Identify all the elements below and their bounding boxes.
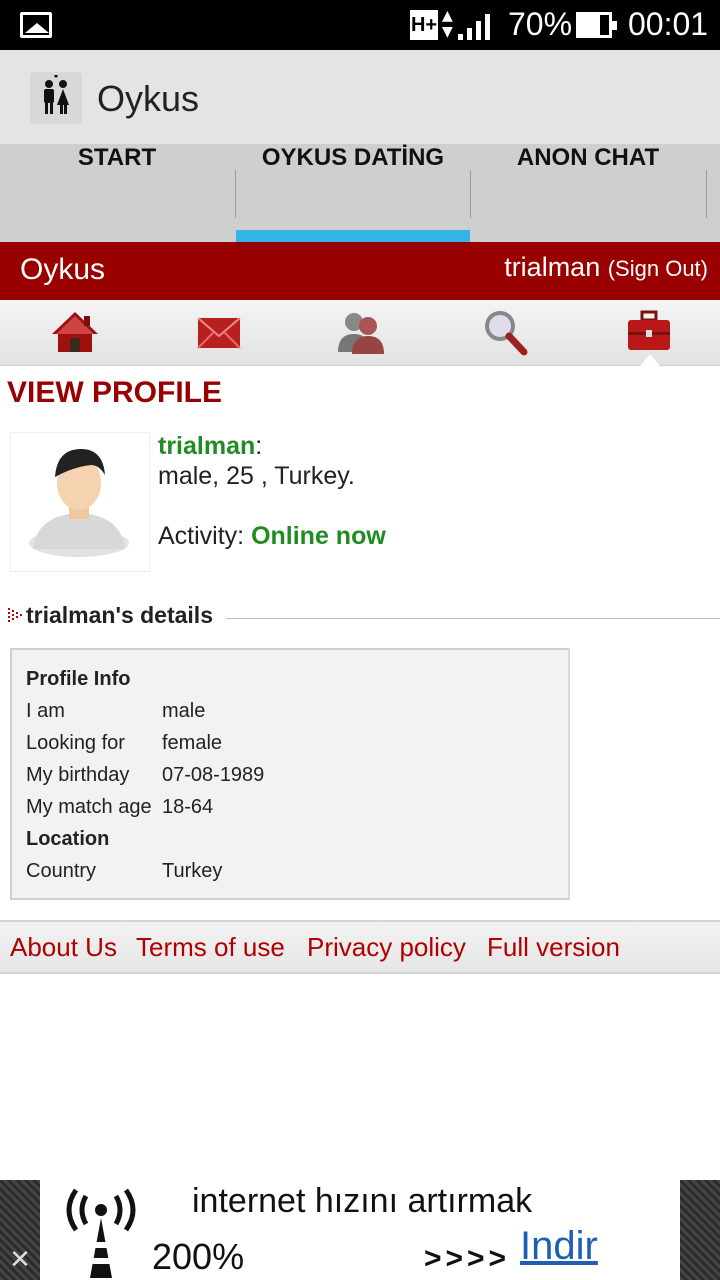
network-type: H+ xyxy=(410,10,438,40)
dotted-arrow-icon xyxy=(8,608,22,622)
mail-icon[interactable] xyxy=(192,306,246,358)
tab-anon-chat[interactable]: ANON CHAT xyxy=(471,144,705,242)
detail-value: Turkey xyxy=(162,860,223,882)
section-location: Location xyxy=(26,828,110,850)
app-title: Oykus xyxy=(97,78,200,119)
detail-value: female xyxy=(162,732,223,754)
clock: 00:01 xyxy=(628,6,709,42)
activity-status: Online now xyxy=(251,522,386,550)
battery-percent: 70% xyxy=(508,6,573,42)
profile-summary: male, 25 , Turkey. xyxy=(158,462,355,490)
privacy-policy-link[interactable]: Privacy policy xyxy=(307,932,466,963)
about-us-link[interactable]: About Us xyxy=(10,932,117,963)
search-icon[interactable] xyxy=(478,306,532,358)
site-title[interactable]: Oykus xyxy=(20,253,105,287)
ad-percent: 200% xyxy=(152,1236,245,1277)
section-profile-info: Profile Info xyxy=(26,668,131,690)
ad-download-link[interactable]: Indir xyxy=(520,1224,598,1269)
detail-label: Looking for xyxy=(26,732,125,754)
profile-name: trialman xyxy=(158,432,256,460)
active-nav-pointer xyxy=(640,354,660,366)
profile-name-colon: : xyxy=(255,432,263,460)
gallery-icon xyxy=(20,12,52,38)
briefcase-icon[interactable] xyxy=(622,306,676,358)
profile-name-line: trialman: xyxy=(158,432,262,461)
tab-divider xyxy=(706,170,707,218)
details-section-header: trialman's details xyxy=(8,602,720,632)
profile-activity: Activity: Online now xyxy=(158,522,386,551)
ad-arrows: >>>> xyxy=(424,1242,511,1275)
network-arrows-icon: ▲ ▼ xyxy=(442,8,453,40)
activity-label: Activity: xyxy=(158,522,245,550)
home-icon[interactable] xyxy=(48,306,102,358)
divider xyxy=(226,618,720,619)
icon-nav-bar xyxy=(0,300,720,366)
people-icon[interactable] xyxy=(334,306,388,358)
footer: About Us Terms of use Privacy policy Ful… xyxy=(0,920,720,974)
tab-start[interactable]: START xyxy=(0,144,234,242)
detail-value: male xyxy=(162,700,206,722)
details-table: Profile Info I am male Looking for femal… xyxy=(10,648,570,900)
full-version-link[interactable]: Full version xyxy=(487,932,620,963)
page-title: VIEW PROFILE xyxy=(7,376,223,409)
status-bar: H+ ▲ ▼ 70% 00:01 xyxy=(0,0,720,50)
detail-value: 18-64 xyxy=(162,796,214,818)
detail-label: My birthday xyxy=(26,764,130,786)
detail-label: I am xyxy=(26,700,65,722)
ad-banner[interactable]: ✕ internet hızını artırmak 200% >>>> Ind… xyxy=(0,1180,720,1280)
detail-label: Country xyxy=(26,860,97,882)
site-header: Oykus trialman (Sign Out) xyxy=(0,242,720,300)
signal-tower-icon xyxy=(66,1188,136,1278)
selected-tab-indicator xyxy=(236,230,470,242)
ad-side-pattern xyxy=(680,1180,720,1280)
signal-icon xyxy=(458,14,490,40)
terms-of-use-link[interactable]: Terms of use xyxy=(136,932,285,963)
battery-icon xyxy=(576,12,617,38)
sign-out-link[interactable]: (Sign Out) xyxy=(608,256,708,281)
avatar[interactable] xyxy=(10,432,150,572)
detail-value: 07-08-1989 xyxy=(162,764,265,786)
username[interactable]: trialman xyxy=(504,252,600,282)
close-icon[interactable]: ✕ xyxy=(6,1246,34,1274)
user-area: trialman (Sign Out) xyxy=(504,252,708,283)
details-heading: trialman's details xyxy=(26,602,213,628)
detail-label: My match age xyxy=(26,796,152,818)
couple-icon[interactable] xyxy=(30,72,82,124)
tab-bar: START OYKUS DATİNG ANON CHAT xyxy=(0,144,720,242)
tab-oykus-dating[interactable]: OYKUS DATİNG xyxy=(236,144,470,242)
ad-headline: internet hızını artırmak xyxy=(192,1182,533,1220)
app-bar: Oykus xyxy=(0,50,720,144)
